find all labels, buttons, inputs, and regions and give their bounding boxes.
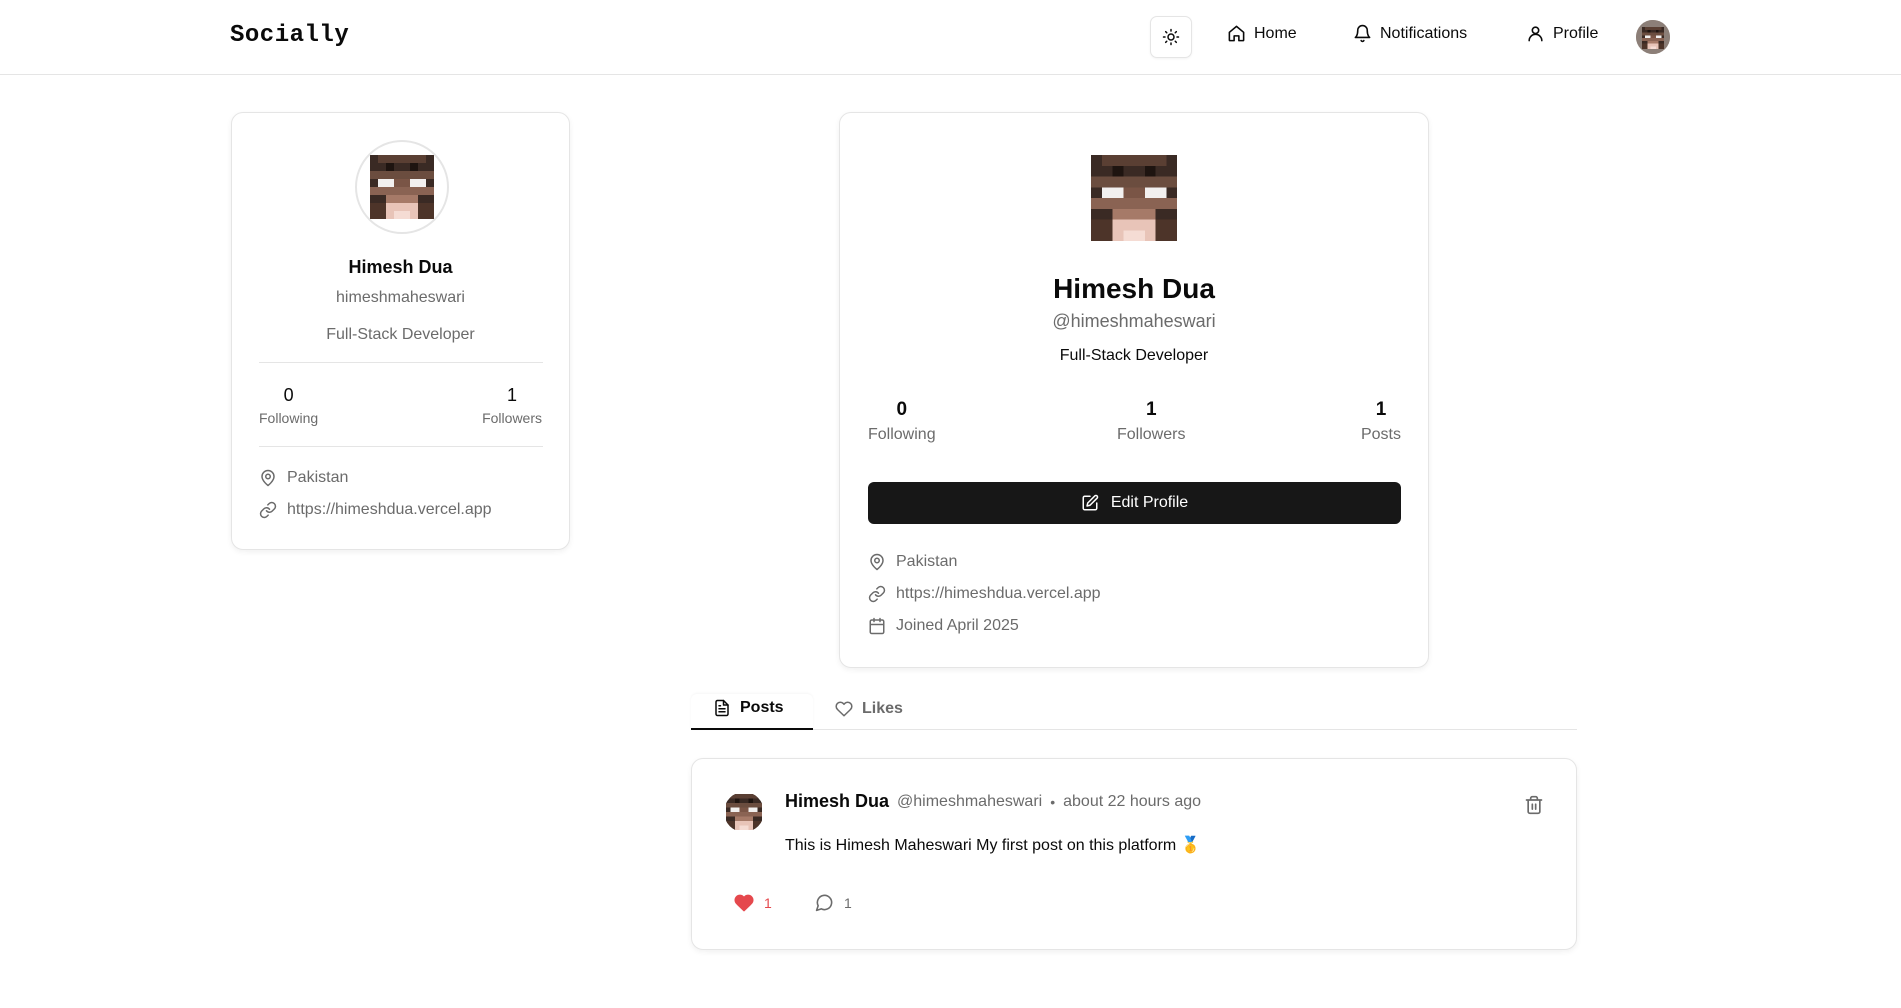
post-card: Himesh Dua @himeshmaheswari • about 22 h… xyxy=(691,758,1577,950)
post-author-handle[interactable]: @himeshmaheswari xyxy=(897,793,1042,811)
sidebar-location-text: Pakistan xyxy=(287,469,349,486)
sidebar-avatar[interactable] xyxy=(355,140,449,234)
like-button[interactable]: 1 xyxy=(734,893,772,913)
sun-icon xyxy=(1162,28,1180,46)
profile-joined: Joined April 2025 xyxy=(868,617,1019,635)
sidebar-website-link[interactable]: https://himeshdua.vercel.app xyxy=(287,501,492,519)
post-timestamp: about 22 hours ago xyxy=(1063,792,1202,810)
map-pin-icon xyxy=(261,469,275,487)
map-pin-icon xyxy=(870,553,884,571)
profile-card: Himesh Dua @himeshmaheswari Full-Stack D… xyxy=(839,112,1429,668)
user-icon xyxy=(1528,26,1543,42)
sidebar-bio: Full-Stack Developer xyxy=(326,326,475,343)
nav-home-label: Home xyxy=(1254,24,1297,42)
followers-label: Followers xyxy=(482,410,542,426)
profile-posts-stat: 1 Posts xyxy=(1361,399,1401,444)
link-icon xyxy=(868,585,886,603)
separator-dot: • xyxy=(1050,793,1056,810)
app-logo[interactable]: Socially xyxy=(230,22,349,49)
file-text-icon xyxy=(715,699,729,717)
profile-username: @himeshmaheswari xyxy=(1052,311,1216,331)
profile-website[interactable]: https://himeshdua.vercel.app xyxy=(868,585,1101,603)
sidebar-location: Pakistan xyxy=(259,469,348,487)
nav-notifications-label: Notifications xyxy=(1380,24,1468,42)
avatar xyxy=(370,155,434,219)
nav-profile-link[interactable]: Profile xyxy=(1526,24,1598,43)
profile-following-stat: 0 Following xyxy=(868,399,936,444)
tab-posts[interactable]: Posts xyxy=(691,694,813,730)
posts-count: 1 xyxy=(1375,399,1387,420)
divider xyxy=(259,362,543,363)
nav-home-link[interactable]: Home xyxy=(1227,24,1297,43)
sidebar-display-name[interactable]: Himesh Dua xyxy=(232,257,569,278)
post-content: This is Himesh Maheswari My first post o… xyxy=(785,837,1201,854)
nav-profile-label: Profile xyxy=(1553,24,1599,42)
profile-location-text: Pakistan xyxy=(896,553,958,570)
profile-bio: Full-Stack Developer xyxy=(1059,347,1209,364)
posts-label: Posts xyxy=(1360,426,1401,443)
followers-label: Followers xyxy=(1117,426,1186,443)
post-author-avatar[interactable] xyxy=(724,792,764,832)
followers-count: 1 xyxy=(507,385,518,405)
like-count: 1 xyxy=(764,895,772,911)
comment-count: 1 xyxy=(844,894,852,911)
profile-followers-stat: 1 Followers xyxy=(1117,399,1185,444)
following-label: Following xyxy=(259,410,319,426)
following-count: 0 xyxy=(896,399,908,420)
profile-tabs: Posts Likes xyxy=(691,694,1577,730)
heart-icon xyxy=(835,701,853,717)
calendar-icon xyxy=(869,617,885,635)
sidebar-website[interactable]: https://himeshdua.vercel.app xyxy=(259,501,492,519)
sidebar-followers-stat: 1 Followers xyxy=(482,385,542,426)
user-avatar-menu[interactable] xyxy=(1636,20,1670,54)
bell-icon xyxy=(1354,24,1371,43)
following-count: 0 xyxy=(283,385,294,405)
trash-icon xyxy=(1525,795,1543,815)
avatar xyxy=(724,792,764,832)
edit-profile-label: Edit Profile xyxy=(1110,494,1189,511)
profile-joined-text: Joined April 2025 xyxy=(896,617,1019,634)
divider xyxy=(259,446,543,447)
home-icon xyxy=(1228,25,1245,42)
top-navbar: Socially Home Notifications Profile xyxy=(0,0,1901,75)
avatar xyxy=(1636,20,1670,54)
profile-avatar xyxy=(1086,150,1182,246)
delete-post-button[interactable] xyxy=(1524,795,1544,815)
sidebar-username: himeshmaheswari xyxy=(336,289,465,306)
avatar xyxy=(1091,155,1177,241)
following-label: Following xyxy=(868,426,936,443)
profile-website-link[interactable]: https://himeshdua.vercel.app xyxy=(896,585,1101,603)
sidebar-profile-card: Himesh Dua himeshmaheswari Full-Stack De… xyxy=(231,112,570,550)
edit-icon xyxy=(1082,494,1099,511)
profile-display-name: Himesh Dua xyxy=(1053,273,1215,304)
comment-button[interactable]: 1 xyxy=(815,893,852,912)
followers-count: 1 xyxy=(1145,399,1157,420)
edit-profile-button[interactable]: Edit Profile xyxy=(868,482,1401,524)
sidebar-following-stat: 0 Following xyxy=(259,385,318,426)
tab-likes-label: Likes xyxy=(862,700,903,717)
link-icon xyxy=(259,501,277,519)
tab-posts-label: Posts xyxy=(740,699,784,716)
heart-icon xyxy=(734,894,754,912)
message-circle-icon xyxy=(815,894,833,912)
theme-toggle-button[interactable] xyxy=(1150,16,1192,58)
tab-likes[interactable]: Likes xyxy=(813,694,925,730)
profile-location: Pakistan xyxy=(868,553,957,571)
post-header: Himesh Dua @himeshmaheswari • about 22 h… xyxy=(785,791,1201,812)
nav-notifications-link[interactable]: Notifications xyxy=(1353,24,1467,43)
post-author-name[interactable]: Himesh Dua xyxy=(785,791,889,812)
